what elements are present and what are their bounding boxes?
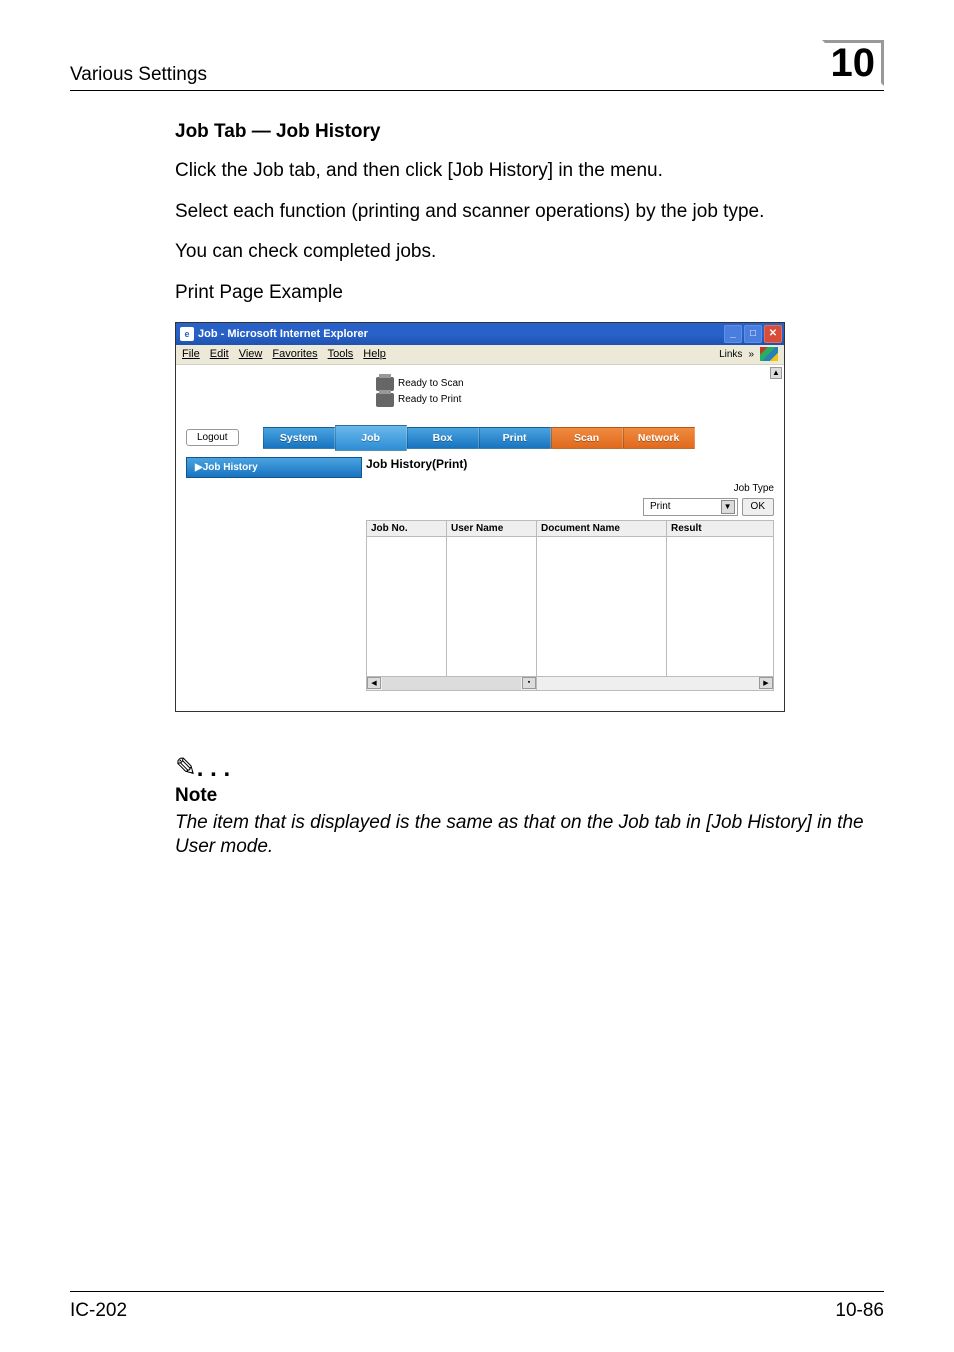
- pencil-icon: ✎: [175, 752, 197, 782]
- table-body-empty: [366, 537, 774, 677]
- th-username: User Name: [447, 521, 537, 536]
- paragraph-4: Print Page Example: [175, 281, 884, 306]
- hscroll-left-track: ◀ ▪: [367, 677, 537, 690]
- status-area: Ready to Scan Ready to Print: [376, 377, 774, 407]
- job-table: Job No. User Name Document Name Result: [366, 520, 774, 691]
- status-print-text: Ready to Print: [398, 394, 461, 405]
- header-chapter-number: 10: [822, 40, 885, 86]
- scroll-up-button[interactable]: ▲: [770, 367, 782, 379]
- links-label: Links: [719, 349, 742, 360]
- jobtype-label: Job Type: [366, 483, 774, 494]
- tab-job[interactable]: Job: [335, 425, 407, 451]
- scanner-icon: [376, 377, 394, 391]
- tcell-jobno: [367, 537, 447, 676]
- menu-items: File Edit View Favorites Tools Help: [182, 348, 386, 360]
- main-panel: Job History(Print) Job Type Print ▼ OK J…: [366, 457, 774, 691]
- th-jobno: Job No.: [367, 521, 447, 536]
- ok-button[interactable]: OK: [742, 498, 774, 516]
- tcell-result: [667, 537, 773, 676]
- window-title: Job - Microsoft Internet Explorer: [198, 328, 368, 340]
- dropdown-arrow-icon: ▼: [721, 500, 735, 514]
- dropdown-value: Print: [650, 501, 671, 512]
- window-titlebar: e Job - Microsoft Internet Explorer _ □ …: [176, 323, 784, 345]
- content-split: ▶Job History Job History(Print) Job Type…: [186, 457, 774, 691]
- windows-flag-icon: [760, 347, 778, 361]
- links-area: Links »: [719, 347, 778, 361]
- status-scan-text: Ready to Scan: [398, 378, 464, 389]
- tcell-username: [447, 537, 537, 676]
- screenshot-window: e Job - Microsoft Internet Explorer _ □ …: [175, 322, 785, 712]
- tab-system[interactable]: System: [263, 427, 335, 449]
- paragraph-1: Click the Job tab, and then click [Job H…: [175, 159, 884, 184]
- menu-help[interactable]: Help: [363, 348, 386, 360]
- scroll-mid-button[interactable]: ▪: [522, 677, 536, 689]
- note-label: Note: [175, 785, 884, 807]
- scroll-thumb[interactable]: [382, 677, 521, 690]
- paragraph-2: Select each function (printing and scann…: [175, 200, 884, 225]
- close-button[interactable]: ✕: [764, 325, 782, 343]
- jobtype-controls: Print ▼ OK: [366, 498, 774, 516]
- hscroll-right-track: ▶: [537, 677, 773, 690]
- note-icon-row: ✎. . .: [175, 752, 884, 783]
- menu-edit[interactable]: Edit: [210, 348, 229, 360]
- sidebar-job-history[interactable]: ▶Job History: [186, 457, 362, 478]
- tab-scan[interactable]: Scan: [551, 427, 623, 449]
- table-header-row: Job No. User Name Document Name Result: [366, 520, 774, 537]
- menubar: File Edit View Favorites Tools Help Link…: [176, 345, 784, 365]
- tab-row: Logout System Job Box Print Scan Network: [186, 425, 774, 451]
- printer-icon: [376, 393, 394, 407]
- note-text: The item that is displayed is the same a…: [175, 811, 884, 860]
- sidebar: ▶Job History: [186, 457, 362, 691]
- content-area: Job Tab — Job History Click the Job tab,…: [175, 121, 884, 860]
- header-section-name: Various Settings: [70, 64, 207, 86]
- note-block: ✎. . . Note The item that is displayed i…: [175, 752, 884, 860]
- note-dots: . . .: [197, 755, 230, 782]
- app-body: ▲ Ready to Scan Ready to Print Logout Sy…: [176, 365, 784, 711]
- titlebar-left: e Job - Microsoft Internet Explorer: [180, 327, 368, 341]
- maximize-button[interactable]: □: [744, 325, 762, 343]
- th-result: Result: [667, 521, 773, 536]
- scroll-left-button[interactable]: ◀: [367, 677, 381, 689]
- links-chevron[interactable]: »: [748, 349, 754, 360]
- logout-button[interactable]: Logout: [186, 429, 239, 446]
- panel-title: Job History(Print): [366, 457, 774, 471]
- scroll-right-button[interactable]: ▶: [759, 677, 773, 689]
- page-footer: IC-202 10-86: [70, 1291, 884, 1322]
- menu-file[interactable]: File: [182, 348, 200, 360]
- section-title: Job Tab — Job History: [175, 121, 884, 143]
- page-header: Various Settings 10: [70, 40, 884, 91]
- paragraph-3: You can check completed jobs.: [175, 240, 884, 265]
- status-print: Ready to Print: [376, 393, 774, 407]
- tab-box[interactable]: Box: [407, 427, 479, 449]
- horizontal-scrollbar[interactable]: ◀ ▪ ▶: [366, 677, 774, 691]
- tab-print[interactable]: Print: [479, 427, 551, 449]
- th-documentname: Document Name: [537, 521, 667, 536]
- status-scan: Ready to Scan: [376, 377, 774, 391]
- tab-network[interactable]: Network: [623, 427, 695, 449]
- ie-icon: e: [180, 327, 194, 341]
- window-controls: _ □ ✕: [724, 325, 782, 343]
- menu-favorites[interactable]: Favorites: [272, 348, 317, 360]
- tcell-docname: [537, 537, 667, 676]
- footer-right: 10-86: [835, 1300, 884, 1322]
- menu-view[interactable]: View: [239, 348, 263, 360]
- menu-tools[interactable]: Tools: [328, 348, 354, 360]
- minimize-button[interactable]: _: [724, 325, 742, 343]
- footer-left: IC-202: [70, 1300, 127, 1322]
- jobtype-dropdown[interactable]: Print ▼: [643, 498, 738, 516]
